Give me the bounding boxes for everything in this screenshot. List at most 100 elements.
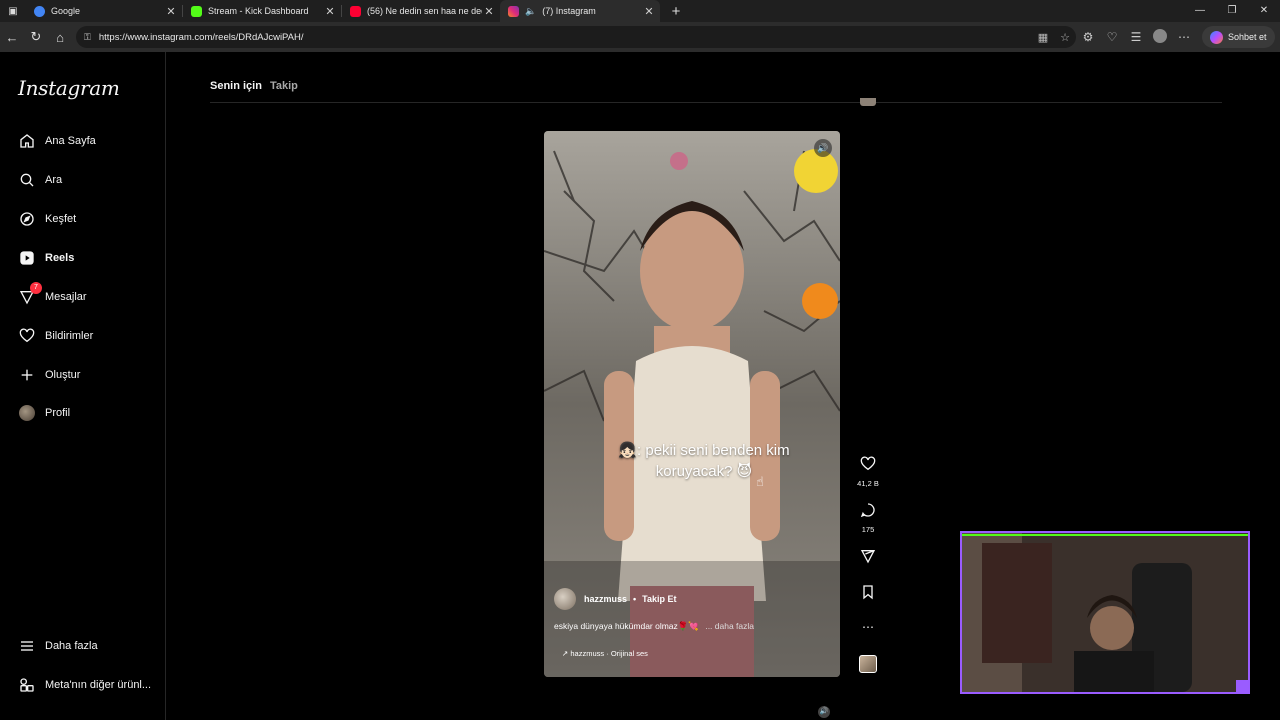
- previous-reel-thumbnail[interactable]: [860, 98, 876, 106]
- meta-apps-icon: [18, 676, 36, 694]
- youtube-favicon-icon: [350, 5, 361, 17]
- author-avatar[interactable]: [554, 588, 576, 610]
- author-username[interactable]: hazzmuss: [584, 594, 627, 604]
- tab-for-you[interactable]: Senin için: [210, 80, 262, 92]
- copilot-label: Sohbet et: [1228, 32, 1267, 42]
- profile-icon[interactable]: [1148, 28, 1172, 46]
- comment-icon: [860, 503, 875, 518]
- minimize-icon[interactable]: —: [1184, 0, 1216, 22]
- webcam-overlay: [960, 531, 1250, 694]
- volume-icon[interactable]: 🔊: [814, 139, 832, 157]
- sidebar-item-label: Ana Sayfa: [45, 135, 96, 147]
- comment-count: 175: [861, 525, 875, 534]
- more-options-icon[interactable]: ⋯: [852, 620, 884, 634]
- sidebar-item-label: Daha fazla: [45, 640, 98, 652]
- caption-line: 👧🏻: pekii seni benden kim: [618, 442, 790, 459]
- tab-actions-icon[interactable]: ▣: [0, 6, 26, 17]
- reel-author: hazzmuss • Takip Et: [554, 588, 677, 610]
- sidebar-item-create[interactable]: Oluştur: [18, 364, 80, 386]
- reel-audio[interactable]: ↗ hazzmuss · Orijinal ses: [562, 649, 648, 658]
- site-info-icon[interactable]: ⚿: [84, 32, 91, 43]
- sidebar-item-explore[interactable]: Keşfet: [18, 208, 76, 230]
- sidebar-item-label: Profil: [45, 407, 71, 419]
- hand-cursor-icon: ☝: [756, 474, 764, 489]
- favorites-icon[interactable]: ☰: [1124, 30, 1148, 44]
- sidebar-item-label: Bildirimler: [45, 330, 94, 342]
- close-tab-icon[interactable]: ✕: [642, 5, 656, 18]
- arrow-icon: ↗: [562, 649, 569, 658]
- reel-video[interactable]: 🔊 👧🏻: pekii seni benden kim koruyacak? 😈…: [544, 131, 840, 677]
- favorite-star-icon[interactable]: ☆: [1054, 31, 1076, 44]
- app-available-icon[interactable]: ▦: [1032, 31, 1054, 44]
- url-field[interactable]: ⚿ https://www.instagram.com/reels/DRdAJc…: [76, 26, 1076, 48]
- tab-google[interactable]: Google ✕: [26, 0, 182, 22]
- reels-icon: [18, 249, 36, 267]
- save-button[interactable]: [852, 584, 884, 605]
- sidebar-item-label: Ara: [45, 174, 63, 186]
- close-tab-icon[interactable]: ✕: [164, 5, 178, 18]
- description-text: eskiya dünyaya hükümdar olmaz🌹💘: [554, 621, 699, 631]
- search-icon: [18, 171, 36, 189]
- sidebar-item-notifications[interactable]: Bildirimler: [18, 325, 93, 347]
- instagram-favicon-icon: [508, 5, 519, 17]
- comment-button[interactable]: 175: [852, 502, 884, 534]
- tab-title: (56) Ne dedin sen haa ne dedin s: [367, 6, 482, 16]
- speaker-icon[interactable]: 🔈: [525, 6, 536, 17]
- follow-button[interactable]: Takip Et: [642, 594, 676, 604]
- messenger-icon: 7: [18, 282, 42, 306]
- back-icon[interactable]: ←: [0, 30, 24, 45]
- close-tab-icon[interactable]: ✕: [323, 5, 337, 18]
- plus-icon: [18, 366, 36, 384]
- message-count-badge: 7: [30, 282, 42, 294]
- sidebar-item-reels[interactable]: Reels: [18, 247, 74, 269]
- heart-icon: [18, 327, 36, 345]
- reel-description: eskiya dünyaya hükümdar olmaz🌹💘 ... daha…: [554, 621, 754, 632]
- hamburger-menu-icon: [18, 637, 36, 655]
- instagram-logo[interactable]: Instagram: [18, 76, 120, 100]
- sidebar-item-meta[interactable]: Meta'nın diğer ürünl...: [18, 674, 151, 696]
- copilot-button[interactable]: Sohbet et: [1202, 26, 1275, 48]
- home-icon: [18, 132, 36, 150]
- more-link[interactable]: ... daha fazla: [705, 621, 754, 631]
- feed-tabs: Senin için Takip: [210, 80, 298, 92]
- share-button[interactable]: [852, 548, 884, 569]
- close-tab-icon[interactable]: ✕: [482, 5, 496, 18]
- audio-label: hazzmuss · Orijinal ses: [570, 649, 648, 658]
- sidebar-item-search[interactable]: Ara: [18, 169, 62, 191]
- close-window-icon[interactable]: ✕: [1248, 0, 1280, 22]
- audio-thumbnail[interactable]: [852, 655, 884, 673]
- address-bar-row: ← ↻ ⌂ ⚿ https://www.instagram.com/reels/…: [0, 22, 1280, 52]
- refresh-icon[interactable]: ↻: [24, 29, 48, 45]
- sidebar-item-home[interactable]: Ana Sayfa: [18, 130, 96, 152]
- tab-title: Google: [51, 6, 81, 16]
- tab-kick-dashboard[interactable]: Stream - Kick Dashboard ✕: [183, 0, 341, 22]
- restore-icon[interactable]: ❐: [1216, 0, 1248, 22]
- sidebar-item-label: Keşfet: [45, 213, 77, 225]
- kick-favicon-icon: [191, 5, 202, 17]
- like-count: 41,2 B: [857, 479, 879, 488]
- sidebar-item-more[interactable]: Daha fazla: [18, 635, 98, 657]
- sidebar-item-label: Oluştur: [45, 369, 81, 381]
- sidebar-item-label: Meta'nın diğer ürünl...: [45, 679, 152, 691]
- separator-dot: •: [633, 594, 637, 604]
- profile-avatar: [18, 404, 36, 422]
- reel-caption-overlay: 👧🏻: pekii seni benden kim koruyacak? 😈: [574, 440, 834, 482]
- send-icon: [860, 550, 876, 564]
- like-button[interactable]: 41,2 B: [852, 456, 884, 488]
- tab-title: Stream - Kick Dashboard: [208, 6, 309, 16]
- google-favicon-icon: [34, 5, 45, 17]
- home-icon[interactable]: ⌂: [48, 30, 72, 45]
- tab-youtube[interactable]: (56) Ne dedin sen haa ne dedin s ✕: [342, 0, 500, 22]
- tab-following[interactable]: Takip: [270, 80, 298, 92]
- more-menu-icon[interactable]: ⋯: [1172, 30, 1196, 44]
- next-reel-volume-icon[interactable]: 🔊: [818, 706, 830, 718]
- new-tab-button[interactable]: +: [666, 3, 686, 20]
- webcam-video: [962, 533, 1248, 692]
- sidebar-item-messages[interactable]: 7 Mesajlar: [18, 282, 87, 308]
- sidebar-item-label: Reels: [45, 252, 75, 264]
- instagram-sidebar: Instagram Ana Sayfa Ara Keşfet Reels 7 M…: [0, 52, 166, 720]
- sidebar-item-profile[interactable]: Profil: [18, 402, 70, 424]
- extensions-icon[interactable]: ⚙: [1076, 30, 1100, 44]
- tab-instagram[interactable]: 🔈 (7) Instagram ✕: [500, 0, 660, 22]
- browser-essentials-icon[interactable]: ♡: [1100, 30, 1124, 44]
